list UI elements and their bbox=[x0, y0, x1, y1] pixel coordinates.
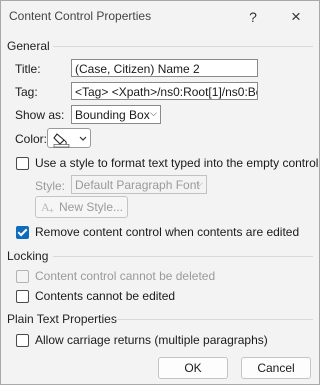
cannot-delete-label: Content control cannot be deleted bbox=[35, 269, 216, 283]
allow-returns-checkbox[interactable] bbox=[16, 334, 29, 347]
cannot-edit-checkbox[interactable] bbox=[16, 290, 29, 303]
new-style-button[interactable]: A + New Style... bbox=[35, 196, 128, 218]
style-dropdown[interactable]: Default Paragraph Font ⌵ bbox=[71, 175, 207, 194]
title-input[interactable]: (Case, Citizen) Name 2 bbox=[71, 59, 258, 77]
content-control-properties-dialog: Content Control Properties ? × General T… bbox=[0, 0, 320, 385]
new-style-label: New Style... bbox=[58, 200, 124, 214]
chevron-down-icon: ⌵ bbox=[150, 108, 157, 118]
help-icon[interactable]: ? bbox=[232, 1, 274, 33]
locking-separator bbox=[53, 256, 313, 257]
allow-returns-label: Allow carriage returns (multiple paragra… bbox=[35, 333, 268, 347]
svg-text:+: + bbox=[49, 206, 54, 214]
style-value: Default Paragraph Font bbox=[75, 178, 200, 192]
style-label: Style: bbox=[35, 179, 66, 193]
ok-button[interactable]: OK bbox=[158, 357, 228, 379]
text-style-icon: A + bbox=[41, 200, 54, 214]
cannot-delete-checkbox[interactable] bbox=[16, 270, 29, 283]
show-as-label: Show as: bbox=[15, 108, 65, 122]
general-separator bbox=[53, 46, 313, 47]
title-bar: Content Control Properties ? × bbox=[1, 1, 319, 33]
plain-text-separator bbox=[114, 319, 313, 320]
close-icon[interactable]: × bbox=[275, 1, 317, 33]
remove-control-label: Remove content control when contents are… bbox=[35, 225, 300, 239]
general-section-label: General bbox=[7, 39, 50, 53]
remove-control-checkbox[interactable] bbox=[16, 226, 29, 239]
title-label: Title: bbox=[15, 62, 41, 76]
use-style-checkbox[interactable] bbox=[16, 157, 29, 170]
paint-bucket-icon bbox=[53, 133, 87, 148]
color-picker-button[interactable] bbox=[47, 128, 91, 148]
show-as-dropdown[interactable]: Bounding Box ⌵ bbox=[71, 105, 161, 124]
cancel-button[interactable]: Cancel bbox=[241, 357, 311, 379]
dialog-title: Content Control Properties bbox=[9, 9, 152, 23]
chevron-down-icon: ⌵ bbox=[196, 178, 203, 188]
locking-section-label: Locking bbox=[7, 249, 49, 263]
show-as-value: Bounding Box bbox=[75, 108, 150, 122]
tag-label: Tag: bbox=[15, 85, 38, 99]
color-label: Color: bbox=[15, 132, 48, 146]
use-style-label: Use a style to format text typed into th… bbox=[35, 156, 319, 170]
plain-text-section-label: Plain Text Properties bbox=[7, 312, 117, 326]
tag-input[interactable]: <Tag> <Xpath>/ns0:Root[1]/ns0:Bo bbox=[71, 82, 258, 100]
cannot-edit-label: Contents cannot be edited bbox=[35, 289, 176, 303]
